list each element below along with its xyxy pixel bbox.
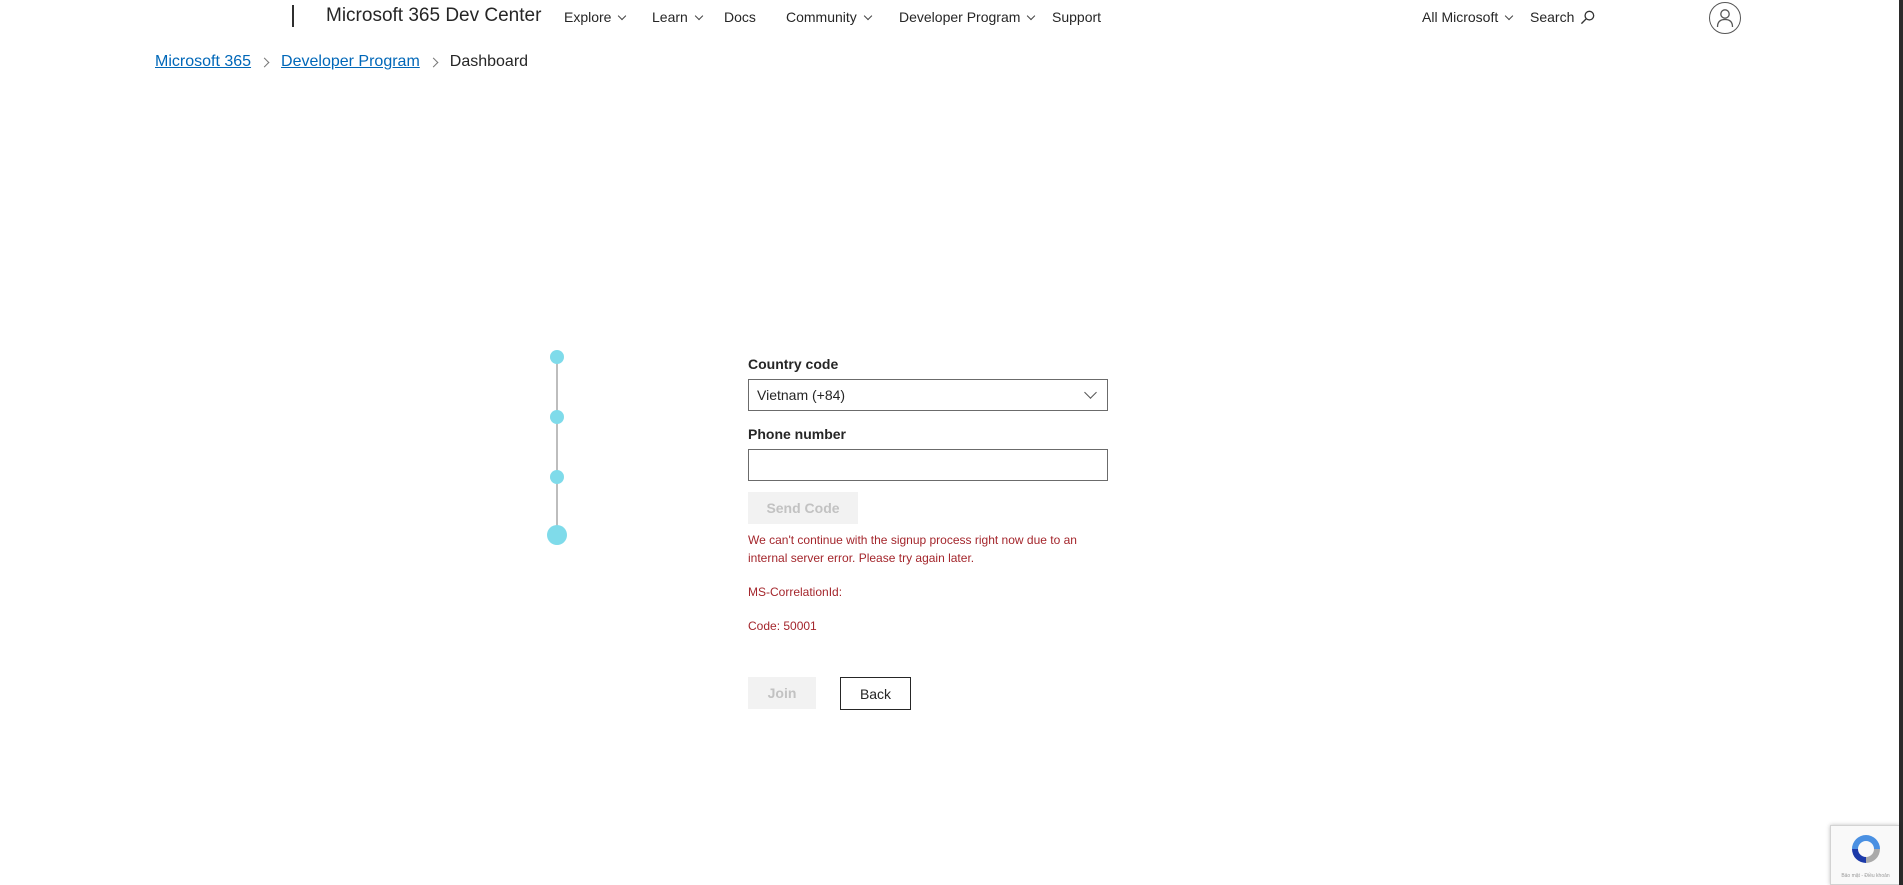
phone-number-label: Phone number [748,426,847,442]
nav-item-learn[interactable]: Learn [652,9,704,25]
chevron-down-icon [618,11,627,20]
nav-item-label: Explore [564,9,612,25]
breadcrumb-current-dashboard: Dashboard [449,53,529,70]
nav-item-community[interactable]: Community [786,9,873,25]
nav-item-label: Developer Program [899,9,1021,25]
window-edge [1899,0,1903,885]
chevron-down-icon [1504,11,1514,20]
stepper-line [556,357,558,535]
join-button[interactable]: Join [748,677,816,709]
breadcrumb: Microsoft 365 Developer Program Dashboar… [155,53,528,71]
search-button[interactable]: Search [1530,9,1595,25]
step-dot-4-active [547,525,567,545]
correlation-id-label: MS-CorrelationId: [748,585,843,599]
chevron-down-icon [694,11,704,20]
chevron-down-icon [1027,11,1036,20]
error-message: We can't continue with the signup proces… [748,533,1077,565]
account-button[interactable] [1709,2,1741,34]
chevron-down-icon [863,11,873,20]
all-microsoft-menu[interactable]: All Microsoft [1422,9,1514,25]
country-code-label: Country code [748,356,839,372]
phone-number-input[interactable] [748,449,1108,481]
nav-item-label: Docs [724,9,756,25]
breadcrumb-link-developer-program[interactable]: Developer Program [281,53,420,71]
nav-item-label: Community [786,9,857,25]
nav-item-support[interactable]: Support [1052,9,1101,25]
nav-item-docs[interactable]: Docs [724,9,756,25]
breadcrumb-link-microsoft-365[interactable]: Microsoft 365 [155,53,251,71]
logo-divider [292,5,294,27]
recaptcha-icon [1852,835,1880,863]
user-account-icon [1716,9,1734,28]
nav-item-label: Support [1052,9,1102,25]
step-dot-3 [550,470,564,484]
chevron-right-icon [259,57,270,67]
step-dot-1 [550,350,564,364]
recaptcha-terms[interactable]: Bảo mật - Điều khoản [1831,873,1900,879]
step-dot-2 [550,410,564,424]
nav-item-explore[interactable]: Explore [564,9,627,25]
search-icon [1581,10,1595,24]
search-label: Search [1530,9,1575,25]
chevron-right-icon [428,57,439,67]
send-code-button[interactable]: Send Code [748,492,858,524]
nav-item-developer-program[interactable]: Developer Program [899,9,1036,25]
site-title[interactable]: Microsoft 365 Dev Center [326,5,541,27]
recaptcha-badge[interactable]: Bảo mật - Điều khoản [1830,825,1899,885]
nav-item-label: Learn [652,9,688,25]
country-code-select[interactable]: Vietnam (+84) [748,379,1108,411]
back-button[interactable]: Back [840,677,911,710]
chevron-down-icon [1084,386,1097,399]
top-navigation-bar: Microsoft 365 Dev Center Explore Learn D… [0,0,1903,36]
error-code: Code: 50001 [748,619,817,633]
country-code-value: Vietnam (+84) [757,387,846,403]
all-microsoft-label: All Microsoft [1422,9,1499,25]
